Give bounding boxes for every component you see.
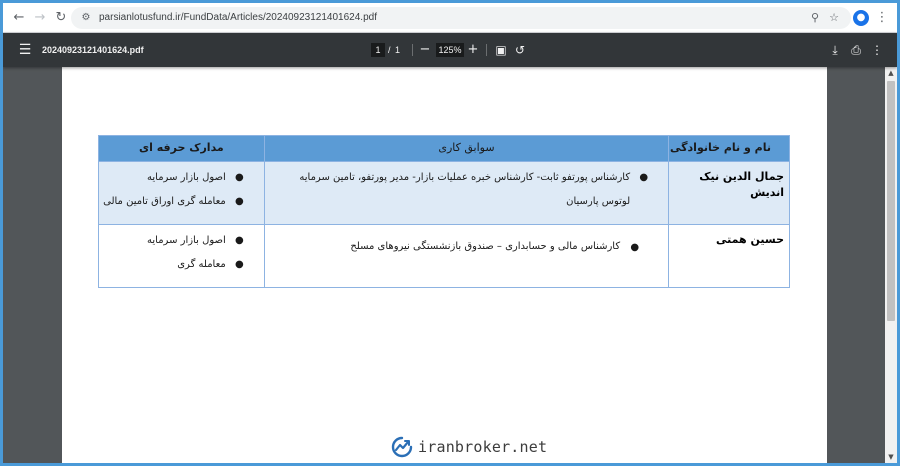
- zoom-out-icon[interactable]: −: [418, 42, 432, 58]
- pdf-viewer[interactable]: نام و نام خانوادگی سوابق کاری مدارک حرفه…: [3, 67, 885, 463]
- staff-table: نام و نام خانوادگی سوابق کاری مدارک حرفه…: [98, 135, 790, 288]
- certificate-text: اصول بازار سرمایه: [147, 172, 226, 183]
- scroll-down-icon[interactable]: ▼: [887, 453, 895, 461]
- certificate-text: معامله گری اوراق تامین مالی: [103, 196, 226, 207]
- rotate-icon[interactable]: ↺: [512, 42, 528, 58]
- experience-cell: ● کارشناس مالی و حسابداری – صندوق بازنشست…: [263, 224, 670, 288]
- site-info-icon[interactable]: ⚙: [80, 12, 92, 24]
- zoom-in-icon[interactable]: +: [466, 42, 480, 58]
- header-experience: سوابق کاری: [263, 135, 670, 162]
- hamburger-menu-icon[interactable]: ☰: [17, 42, 33, 58]
- certificates-cell: ● اصول بازار سرمایه ● معامله گری: [98, 224, 265, 288]
- bullet: ●: [639, 172, 649, 183]
- page-total: 1: [395, 45, 401, 55]
- browser-toolbar: ← → ↻ ⚙ parsianlotusfund.ir/FundData/Art…: [3, 3, 897, 33]
- watermark-text: iranbroker.net: [418, 438, 548, 456]
- certificates-list: ● اصول بازار سرمایه ● معامله گری: [99, 229, 264, 277]
- url-text[interactable]: parsianlotusfund.ir/FundData/Articles/20…: [99, 11, 377, 25]
- bookmark-star-icon[interactable]: ☆: [827, 11, 841, 25]
- zoom-icon[interactable]: ⚲: [808, 11, 822, 25]
- zoom-level-input[interactable]: 125%: [436, 43, 464, 57]
- list-item: ● معامله گری اوراق تامین مالی: [99, 190, 264, 214]
- toolbar-divider: [412, 44, 413, 56]
- list-item: ● اصول بازار سرمایه: [99, 166, 264, 190]
- table-row: حسین همتی ● کارشناس مالی و حسابداری – صند…: [98, 224, 790, 288]
- table-row: جمال الدین نیک اندیش ● کارشناس پورتفو ثاب…: [98, 161, 790, 225]
- page-number-input[interactable]: 1: [371, 43, 385, 57]
- list-item: ● کارشناس مالی و حسابداری – صندوق بازنشست…: [265, 235, 668, 259]
- window-frame: ← → ↻ ⚙ parsianlotusfund.ir/FundData/Art…: [0, 0, 900, 466]
- profile-avatar-icon[interactable]: ●: [853, 10, 869, 26]
- pdf-file-name: 20240923121401624.pdf: [42, 45, 144, 55]
- pdf-toolbar: ☰ 20240923121401624.pdf 1 / 1 − 125% + ▣…: [3, 33, 897, 67]
- pdf-page: نام و نام خانوادگی سوابق کاری مدارک حرفه…: [62, 67, 827, 463]
- list-item: ● اصول بازار سرمایه: [99, 229, 264, 253]
- bullet: ●: [235, 172, 244, 183]
- fit-page-icon[interactable]: ▣: [493, 42, 509, 58]
- certificate-text: معامله گری: [177, 259, 226, 270]
- experience-list: ● کارشناس پورتفو ثابت- کارشناس خبره عملیا…: [265, 166, 668, 214]
- experience-text: کارشناس مالی و حسابداری – صندوق بازنشستگ…: [350, 241, 621, 252]
- table-header-row: نام و نام خانوادگی سوابق کاری مدارک حرفه…: [98, 135, 790, 162]
- reload-icon[interactable]: ↻: [53, 10, 69, 26]
- certificate-text: اصول بازار سرمایه: [147, 235, 226, 246]
- person-name: جمال الدین نیک اندیش: [668, 161, 790, 225]
- list-item: ● معامله گری: [99, 253, 264, 277]
- header-name: نام و نام خانوادگی: [668, 135, 790, 162]
- experience-cell: ● کارشناس پورتفو ثابت- کارشناس خبره عملیا…: [263, 161, 670, 225]
- bullet: ●: [235, 235, 244, 246]
- forward-icon[interactable]: →: [32, 10, 48, 26]
- scroll-up-icon[interactable]: ▲: [887, 69, 895, 77]
- list-item: ● کارشناس پورتفو ثابت- کارشناس خبره عملیا…: [265, 166, 668, 214]
- scrollbar-thumb[interactable]: [887, 81, 895, 321]
- watermark: iranbroker.net: [391, 435, 547, 459]
- bullet: ●: [235, 259, 244, 270]
- toolbar-divider: [486, 44, 487, 56]
- print-icon[interactable]: ⎙: [848, 42, 864, 58]
- download-icon[interactable]: ⤓: [827, 42, 843, 58]
- certificates-list: ● اصول بازار سرمایه ● معامله گری اوراق تام…: [99, 166, 264, 214]
- page-separator: /: [388, 45, 391, 55]
- more-options-icon[interactable]: ⋮: [869, 42, 885, 58]
- bullet: ●: [630, 242, 640, 253]
- experience-text: کارشناس پورتفو ثابت- کارشناس خبره عملیات…: [299, 172, 631, 207]
- certificates-cell: ● اصول بازار سرمایه ● معامله گری اوراق تام…: [98, 161, 265, 225]
- address-bar[interactable]: ⚙ parsianlotusfund.ir/FundData/Articles/…: [71, 7, 851, 29]
- vertical-scrollbar[interactable]: ▲ ▼: [885, 67, 897, 463]
- browser-window: ← → ↻ ⚙ parsianlotusfund.ir/FundData/Art…: [3, 3, 897, 463]
- bullet: ●: [235, 196, 244, 207]
- person-name: حسین همتی: [668, 224, 790, 288]
- experience-list: ● کارشناس مالی و حسابداری – صندوق بازنشست…: [265, 229, 668, 259]
- iranbroker-logo-icon: [391, 436, 413, 458]
- back-icon[interactable]: ←: [11, 10, 27, 26]
- browser-menu-icon[interactable]: ⋮: [875, 10, 889, 26]
- header-certificates: مدارک حرفه ای: [98, 135, 265, 162]
